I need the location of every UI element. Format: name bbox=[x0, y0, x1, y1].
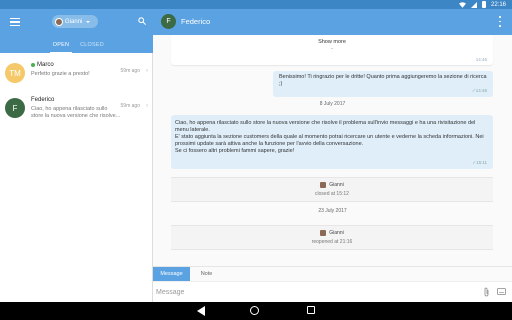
avatar: F bbox=[5, 98, 25, 118]
message-list[interactable]: Show more - 14:46 Benissimo! Ti ringrazi… bbox=[153, 35, 512, 266]
event-card-reopened: Gianni reopened at 21:16 bbox=[171, 225, 493, 250]
online-indicator bbox=[31, 63, 35, 67]
android-nav-bar bbox=[0, 302, 512, 320]
composer-tabs: Message Note bbox=[153, 266, 512, 282]
event-user-name: Gianni bbox=[329, 230, 344, 236]
message-time: ✓14:48 bbox=[471, 88, 487, 93]
avatar bbox=[320, 182, 327, 188]
tab-closed[interactable]: CLOSED bbox=[79, 40, 105, 53]
status-bar: 22:16 bbox=[0, 0, 512, 9]
avatar bbox=[320, 230, 327, 236]
message-composer bbox=[153, 281, 512, 302]
status-icons: 22:16 bbox=[458, 0, 506, 9]
event-card-closed: Gianni closed at 15:12 bbox=[171, 177, 493, 202]
menu-icon[interactable] bbox=[10, 18, 20, 26]
conversation-time: 59m ago bbox=[120, 68, 140, 74]
chat-panel: F Federico Show more - 14:46 Benissimo! … bbox=[138, 9, 512, 302]
more-options-icon[interactable] bbox=[498, 16, 502, 27]
chevron-right-icon: › bbox=[146, 103, 148, 109]
event-user: Gianni bbox=[171, 230, 493, 236]
show-more-dash: - bbox=[331, 46, 333, 52]
attachment-icon[interactable] bbox=[483, 287, 490, 297]
event-text: reopened at 21:16 bbox=[311, 239, 353, 245]
user-name: Gianni bbox=[65, 18, 83, 25]
conversation-item-marco[interactable]: TM Marco Perfetto grazie a presto! 59m a… bbox=[0, 57, 153, 89]
user-selector[interactable]: Gianni bbox=[52, 15, 98, 28]
event-user: Gianni bbox=[171, 182, 493, 188]
tab-message[interactable]: Message bbox=[153, 267, 190, 282]
conversation-name-text: Marco bbox=[37, 62, 54, 68]
conversation-preview: Perfetto grazie a presto! bbox=[31, 71, 90, 77]
tab-open[interactable]: OPEN bbox=[50, 40, 72, 53]
conversation-name: Federico bbox=[31, 97, 55, 103]
conversation-preview: Ciao, ho appena rilasciato sullo store l… bbox=[31, 106, 121, 119]
search-icon[interactable] bbox=[138, 17, 146, 25]
message-text: Benissimo! Ti ringrazio per le dritte! Q… bbox=[279, 74, 487, 87]
caret-down-icon bbox=[86, 20, 91, 23]
wifi-icon bbox=[458, 1, 466, 8]
chat-title: Federico bbox=[181, 17, 211, 26]
event-user-name: Gianni bbox=[329, 182, 344, 188]
conversation-list-header: Gianni OPEN CLOSED bbox=[0, 9, 153, 53]
show-more-card: Show more - 14:46 bbox=[171, 35, 493, 65]
avatar bbox=[55, 17, 63, 26]
home-icon[interactable] bbox=[250, 306, 259, 315]
message-time: 14:46 bbox=[475, 57, 487, 62]
conversation-name: Marco bbox=[31, 62, 54, 68]
message-bubble-outgoing: Ciao, ho appena rilasciato sullo store l… bbox=[171, 115, 493, 169]
chevron-right-icon: › bbox=[146, 68, 148, 74]
battery-icon bbox=[481, 1, 486, 8]
signal-icon bbox=[470, 1, 477, 8]
event-text: closed at 15:12 bbox=[315, 191, 349, 197]
message-time: ✓15:11 bbox=[472, 160, 487, 165]
back-icon[interactable] bbox=[197, 306, 205, 316]
conversation-item-federico[interactable]: F Federico Ciao, ho appena rilasciato su… bbox=[0, 92, 153, 124]
show-more-link[interactable]: Show more bbox=[171, 39, 493, 45]
conversation-tabs: OPEN CLOSED bbox=[0, 40, 153, 53]
date-separator: 8 July 2017 bbox=[319, 101, 346, 107]
message-bubble-outgoing: Benissimo! Ti ringrazio per le dritte! Q… bbox=[273, 71, 493, 97]
chat-header: F Federico bbox=[138, 9, 512, 35]
message-input[interactable] bbox=[156, 286, 466, 299]
avatar: F bbox=[161, 14, 176, 29]
avatar: TM bbox=[5, 63, 25, 83]
tab-note[interactable]: Note bbox=[193, 267, 220, 282]
conversation-time: 59m ago bbox=[120, 103, 140, 109]
send-icon[interactable] bbox=[497, 288, 506, 295]
conversation-list-panel: Gianni OPEN CLOSED TM Marco Perfetto gra… bbox=[0, 9, 153, 302]
recent-apps-icon[interactable] bbox=[307, 306, 315, 314]
date-separator: 23 July 2017 bbox=[318, 208, 347, 214]
message-text: Ciao, ho appena rilasciato sullo store l… bbox=[175, 120, 484, 154]
status-time: 22:16 bbox=[490, 1, 506, 8]
